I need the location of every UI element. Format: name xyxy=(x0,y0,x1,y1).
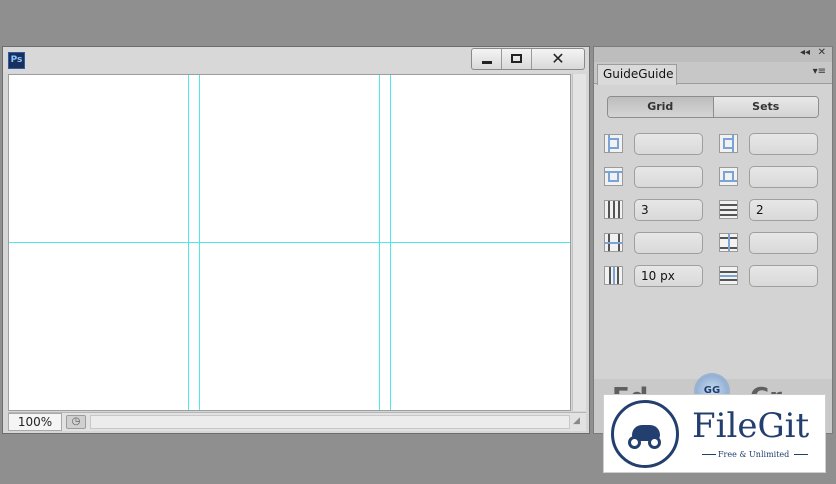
filegit-tagline: Free & Unlimited xyxy=(718,450,790,459)
minimize-button[interactable] xyxy=(472,49,502,69)
status-info-icon[interactable]: ◷ xyxy=(66,415,86,429)
vertical-scrollbar[interactable] xyxy=(572,74,586,411)
resize-grip-icon[interactable]: ◢ xyxy=(573,416,584,427)
gutter-row: 10 px xyxy=(604,265,826,287)
rows-icon xyxy=(719,200,738,219)
margin-row-2 xyxy=(604,166,826,188)
grid-mode-button[interactable]: Grid xyxy=(608,97,714,117)
close-panel-icon[interactable]: ✕ xyxy=(818,47,826,58)
guideguide-panel: ◂◂ ✕ GuideGuide ▾≡ Grid Sets 3 2 10 px G… xyxy=(593,46,833,434)
row-height-icon xyxy=(719,233,738,252)
left-margin-field[interactable] xyxy=(634,133,703,155)
maximize-button[interactable] xyxy=(502,49,532,69)
row-height-field[interactable] xyxy=(749,232,818,254)
photoshop-logo-icon: Ps xyxy=(8,52,25,69)
top-margin-icon xyxy=(604,167,623,186)
filegit-brand-name: FileGit xyxy=(692,406,810,446)
maximize-icon xyxy=(511,54,522,63)
row-gutter-icon xyxy=(719,266,738,285)
count-row: 3 2 xyxy=(604,199,826,221)
panel-header-strip: ◂◂ ✕ xyxy=(594,47,832,62)
right-margin-icon xyxy=(719,134,738,153)
left-margin-icon xyxy=(604,134,623,153)
close-button[interactable]: ✕ xyxy=(532,49,584,69)
bottom-margin-icon xyxy=(719,167,738,186)
minimize-icon xyxy=(482,61,492,64)
panel-menu-icon[interactable]: ▾≡ xyxy=(813,66,826,77)
panel-tab-row: GuideGuide ▾≡ xyxy=(594,62,832,85)
tagline-divider xyxy=(702,454,716,455)
columns-count-field[interactable]: 3 xyxy=(634,199,703,221)
tagline-divider xyxy=(794,454,808,455)
filegit-logo-icon xyxy=(611,400,679,468)
size-row xyxy=(604,232,826,254)
column-width-field[interactable] xyxy=(634,232,703,254)
horizontal-scrollbar[interactable] xyxy=(90,415,570,429)
right-margin-field[interactable] xyxy=(749,133,818,155)
columns-icon xyxy=(604,200,623,219)
document-titlebar[interactable]: Ps ✕ xyxy=(3,47,589,73)
guide-horizontal[interactable] xyxy=(9,242,570,243)
document-window: Ps ✕ 100% ◷ ◢ xyxy=(2,46,590,434)
tab-guideguide[interactable]: GuideGuide xyxy=(597,64,677,85)
column-width-icon xyxy=(604,233,623,252)
margin-row xyxy=(604,133,826,155)
column-gutter-icon xyxy=(604,266,623,285)
top-margin-field[interactable] xyxy=(634,166,703,188)
zoom-level-field[interactable]: 100% xyxy=(8,413,62,431)
column-gutter-field[interactable]: 10 px xyxy=(634,265,703,287)
mode-switch: Grid Sets xyxy=(607,96,819,118)
row-gutter-field[interactable] xyxy=(749,265,818,287)
document-canvas[interactable] xyxy=(8,74,571,411)
bottom-margin-field[interactable] xyxy=(749,166,818,188)
filegit-watermark: FileGit Free & Unlimited xyxy=(603,394,826,473)
sets-mode-button[interactable]: Sets xyxy=(713,97,818,117)
window-controls: ✕ xyxy=(471,48,585,70)
rows-count-field[interactable]: 2 xyxy=(749,199,818,221)
status-bar: 100% ◷ ◢ xyxy=(8,412,586,431)
collapse-panel-icon[interactable]: ◂◂ xyxy=(800,47,810,58)
